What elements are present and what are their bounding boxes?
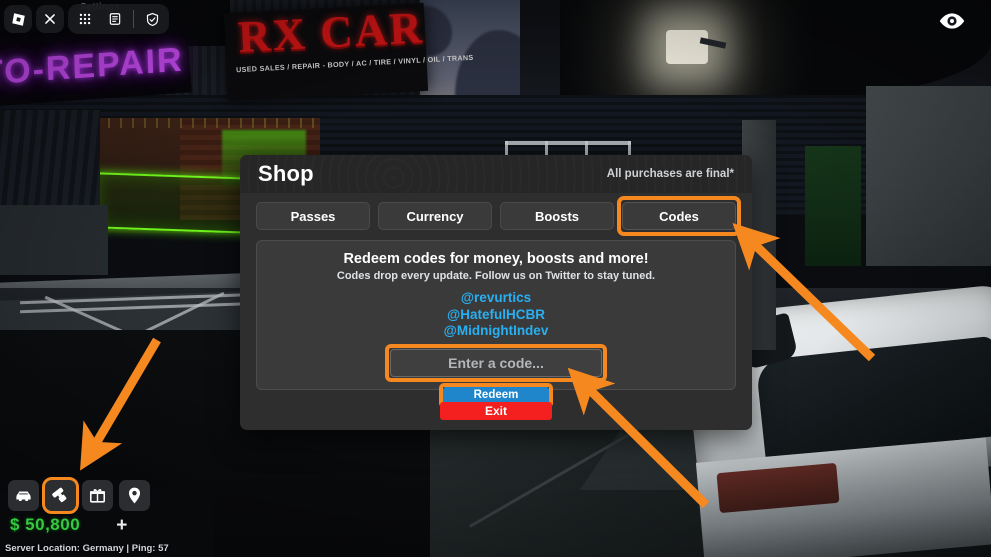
floodlight <box>666 30 708 64</box>
shop-header: Shop All purchases are final* <box>240 155 752 193</box>
money-row: $ 50,800 + <box>10 515 127 535</box>
rx-car-sign-title: RX CAR <box>236 2 425 62</box>
green-wall-right <box>805 146 861 266</box>
add-money-button[interactable]: + <box>116 516 127 535</box>
server-info: Server Location: Germany | Ping: 57 <box>5 543 169 554</box>
tab-currency-label: Currency <box>406 208 464 224</box>
code-input-wrap: Enter a code... <box>385 343 607 382</box>
paint-roller-icon[interactable] <box>42 477 79 514</box>
roblox-logo-icon[interactable] <box>4 5 32 33</box>
gift-icon[interactable] <box>82 480 113 511</box>
tab-wrap-codes: Codes <box>617 196 741 236</box>
codes-panel-subheading: Codes drop every update. Follow us on Tw… <box>336 270 656 282</box>
tab-wrap-passes: Passes <box>256 202 370 230</box>
shop-title: Shop <box>258 161 314 186</box>
topbar-divider <box>133 10 134 28</box>
redeem-button[interactable]: Redeem <box>443 386 549 404</box>
code-input[interactable]: Enter a code... <box>390 348 602 377</box>
tab-boosts-label: Boosts <box>534 208 580 224</box>
tab-wrap-currency: Currency <box>378 202 492 230</box>
tab-wrap-boosts: Boosts <box>500 202 614 230</box>
shop-disclaimer: All purchases are final* <box>606 168 734 180</box>
car-icon[interactable] <box>8 480 39 511</box>
shop-modal: Shop All purchases are final* Passes Cur… <box>240 155 752 430</box>
social-handles: @revurtics @HatefulHCBR @MidnightIndev <box>257 290 735 340</box>
tab-codes-label: Codes <box>659 208 699 224</box>
social-handle-3[interactable]: @MidnightIndev <box>257 323 735 340</box>
tab-currency[interactable]: Currency <box>378 202 492 230</box>
social-handle-2[interactable]: @HatefulHCBR <box>257 307 735 324</box>
tab-passes[interactable]: Passes <box>256 202 370 230</box>
codes-panel-heading: Redeem codes for money, boosts and more! <box>343 251 649 267</box>
codes-panel: Redeem codes for money, boosts and more!… <box>256 240 736 408</box>
roblox-topbar <box>4 4 169 34</box>
topbar-group <box>68 4 169 34</box>
apps-grid-icon[interactable] <box>71 5 99 33</box>
chat-icon[interactable] <box>101 5 129 33</box>
eye-icon[interactable] <box>939 12 965 35</box>
map-pin-icon[interactable] <box>119 480 150 511</box>
tab-passes-label: Passes <box>290 208 336 224</box>
wall-base <box>0 205 108 275</box>
tab-boosts[interactable]: Boosts <box>500 202 614 230</box>
window-frame <box>505 141 631 145</box>
redeem-wrap: Redeem <box>439 382 553 408</box>
hud-icon-row <box>8 477 150 514</box>
tab-codes[interactable]: Codes <box>622 202 736 230</box>
game-screenshot: TO-REPAIR RX CAR USED SALES / REPAIR - B… <box>0 0 991 557</box>
shield-icon[interactable] <box>138 5 166 33</box>
exit-button[interactable]: Exit <box>440 402 552 420</box>
social-handle-1[interactable]: @revurtics <box>257 290 735 307</box>
money-amount: $ 50,800 <box>10 515 81 534</box>
concrete-structure <box>866 86 991 266</box>
close-icon[interactable] <box>36 5 64 33</box>
shop-tabs: Passes Currency Boosts Codes <box>240 193 752 236</box>
